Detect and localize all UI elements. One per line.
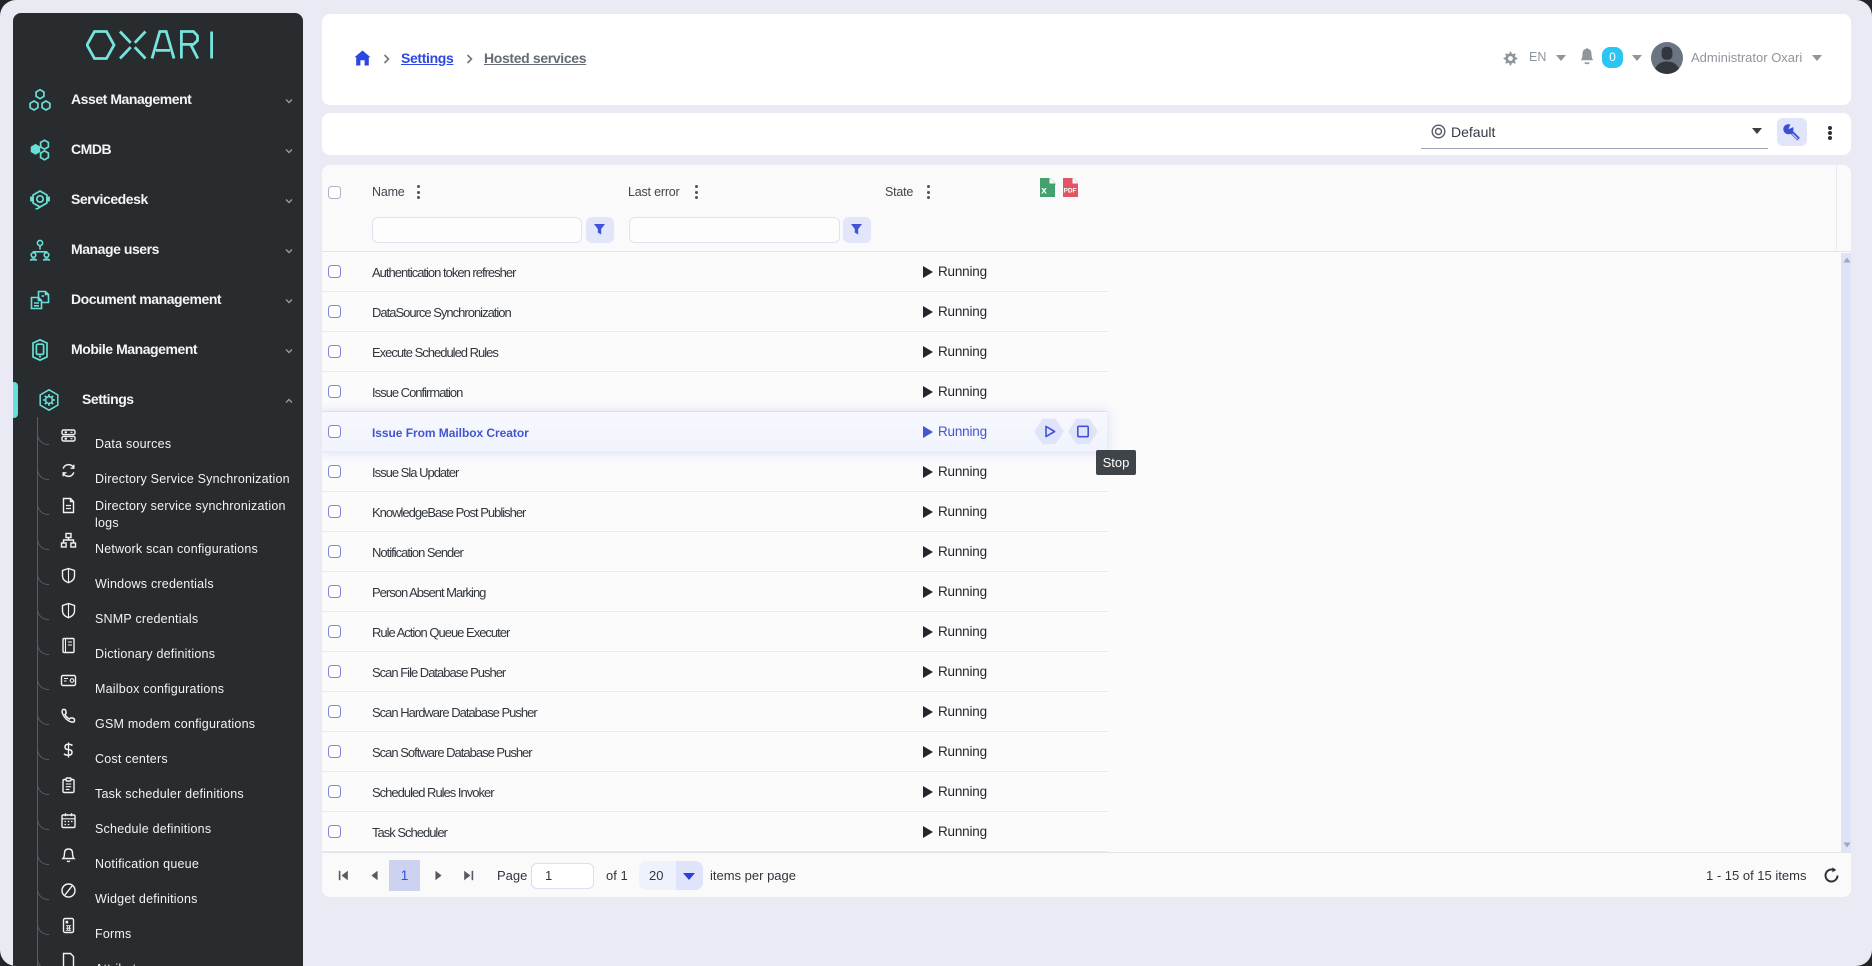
svg-text:x: x bbox=[1041, 186, 1047, 197]
svg-text:PDF: PDF bbox=[1064, 188, 1077, 195]
